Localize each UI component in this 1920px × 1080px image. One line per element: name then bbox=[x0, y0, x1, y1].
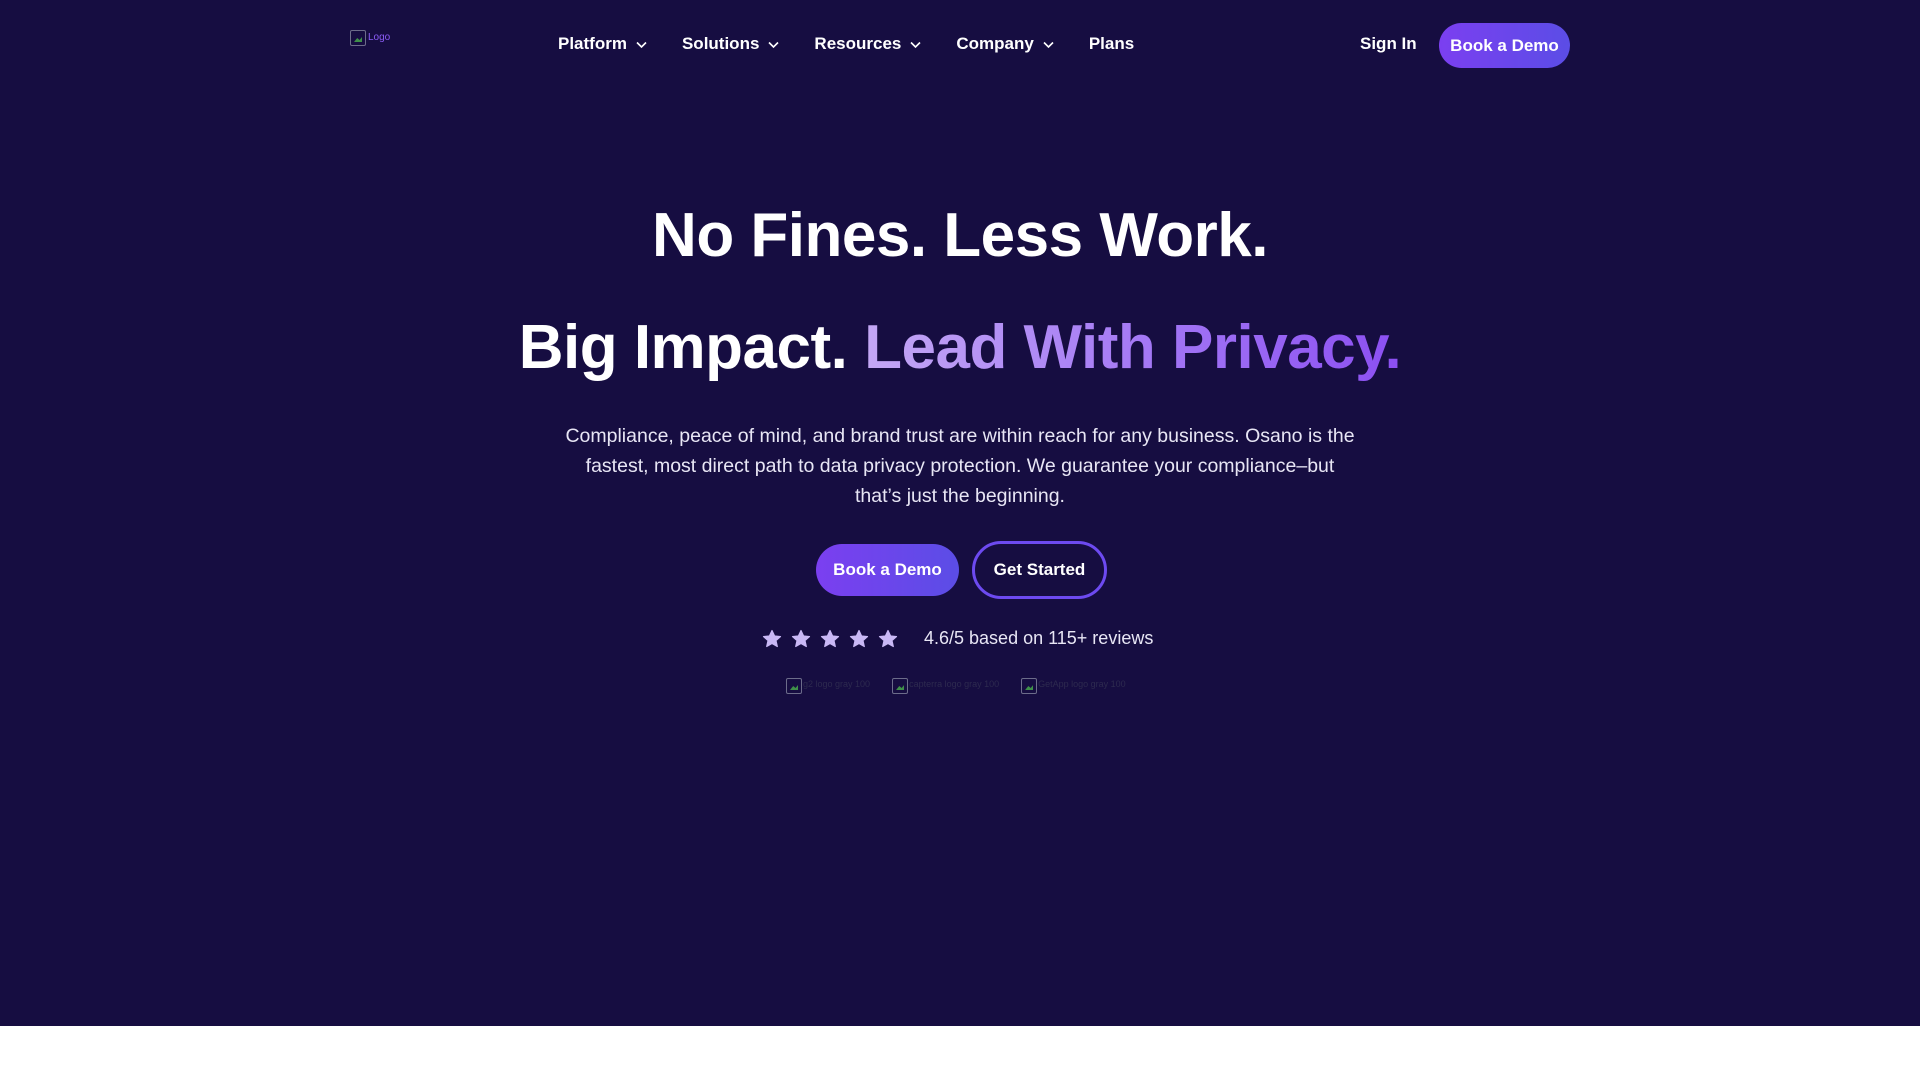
broken-image-icon bbox=[892, 678, 909, 694]
nav-item-label: Plans bbox=[1088, 34, 1135, 53]
broken-image-icon bbox=[350, 30, 366, 46]
review-logos: g2 logo gray 100 capterra logo gray 100 … bbox=[786, 678, 1126, 694]
nav-item-label: Platform bbox=[558, 34, 627, 53]
star-icon bbox=[762, 629, 782, 647]
hero-title-plain: Big Impact. bbox=[518, 313, 848, 382]
broken-image-icon bbox=[786, 678, 802, 694]
sign-in-link[interactable]: Sign In bbox=[1360, 34, 1417, 54]
g2-logo: g2 logo gray 100 bbox=[786, 678, 870, 694]
nav-item-company[interactable]: Company bbox=[956, 34, 1054, 54]
site-logo[interactable]: Logo bbox=[350, 30, 390, 46]
nav-item-resources[interactable]: Resources bbox=[814, 34, 922, 54]
star-icon bbox=[878, 629, 898, 647]
nav-item-label: Solutions bbox=[681, 34, 760, 53]
nav-book-demo-button[interactable]: Book a Demo bbox=[1439, 23, 1570, 68]
chevron-down-icon bbox=[1043, 41, 1054, 48]
hero-description: Compliance, peace of mind, and brand tru… bbox=[565, 425, 1355, 507]
book-demo-button[interactable]: Book a Demo bbox=[816, 544, 959, 596]
star-icon bbox=[820, 629, 840, 647]
logo-alt-text: Logo bbox=[368, 32, 391, 43]
chevron-down-icon bbox=[768, 41, 779, 48]
nav-item-solutions[interactable]: Solutions bbox=[682, 34, 780, 54]
capterra-logo: capterra logo gray 100 bbox=[892, 678, 999, 694]
getapp-logo: GetApp logo gray 100 bbox=[1021, 678, 1126, 694]
rating: 4.6/5 based on 115+ reviews bbox=[762, 628, 1153, 649]
nav-item-plans[interactable]: Plans bbox=[1089, 34, 1134, 54]
logo-alt-text: GetApp logo gray 100 bbox=[1038, 679, 1126, 689]
hero-title-line1: No Fines. Less Work. bbox=[652, 201, 1268, 270]
nav-item-platform[interactable]: Platform bbox=[558, 34, 648, 54]
rating-stars bbox=[762, 629, 898, 649]
hero-title-accent: Lead With Privacy. bbox=[864, 313, 1402, 382]
main-nav: Platform Solutions Resources Company Pla… bbox=[558, 34, 1168, 54]
hero-title-line2: Big Impact. Lead With Privacy. bbox=[0, 312, 1920, 383]
star-icon bbox=[791, 629, 811, 647]
logo-alt-text: capterra logo gray 100 bbox=[909, 679, 1000, 689]
hero-section: Logo Platform Solutions Resources Compan… bbox=[0, 0, 1920, 1026]
broken-image-icon bbox=[1021, 678, 1038, 694]
get-started-button[interactable]: Get Started bbox=[972, 541, 1107, 599]
chevron-down-icon bbox=[636, 41, 647, 48]
star-icon bbox=[849, 629, 869, 647]
nav-item-label: Company bbox=[956, 34, 1034, 53]
rating-text: 4.6/5 based on 115+ reviews bbox=[924, 628, 1154, 648]
nav-item-label: Resources bbox=[814, 34, 902, 53]
chevron-down-icon bbox=[910, 41, 921, 48]
logo-alt-text: g2 logo gray 100 bbox=[803, 679, 871, 689]
